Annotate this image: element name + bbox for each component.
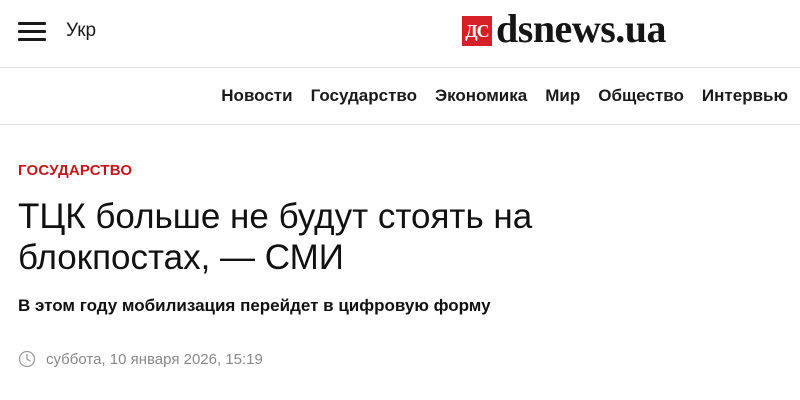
- nav-item-society[interactable]: Общество: [598, 86, 684, 106]
- article-subtitle: В этом году мобилизация перейдет в цифро…: [18, 296, 491, 315]
- article-category[interactable]: ГОСУДАРСТВО: [18, 162, 132, 179]
- nav-divider: [0, 124, 800, 125]
- nav-item-news[interactable]: Новости: [221, 86, 292, 106]
- article-meta: суббота, 10 января 2026, 15:19: [18, 350, 263, 368]
- nav-item-economy[interactable]: Экономика: [435, 86, 527, 106]
- nav-item-world[interactable]: Мир: [545, 86, 580, 106]
- logo-badge: ДС: [462, 16, 492, 46]
- nav-item-state[interactable]: Государство: [311, 86, 417, 106]
- headline-line-1: ТЦК больше не будут стоять на: [18, 197, 533, 236]
- article-headline: ТЦК больше не будут стоять на блокпостах…: [18, 196, 718, 278]
- nav-item-interview[interactable]: Интервью: [702, 86, 788, 106]
- article-date: суббота, 10 января 2026, 15:19: [46, 350, 263, 368]
- site-header: Укр ДС dsnews.ua: [0, 0, 800, 66]
- headline-line-2: блокпостах, — СМИ: [18, 238, 344, 277]
- header-divider: [0, 67, 800, 68]
- language-switch[interactable]: Укр: [66, 20, 96, 42]
- clock-icon: [18, 350, 36, 368]
- logo-text: dsnews.ua: [496, 6, 667, 51]
- hamburger-menu-icon[interactable]: [18, 20, 46, 42]
- site-logo[interactable]: ДС dsnews.ua: [462, 6, 667, 51]
- main-nav: Новости Государство Экономика Мир Общест…: [203, 86, 788, 106]
